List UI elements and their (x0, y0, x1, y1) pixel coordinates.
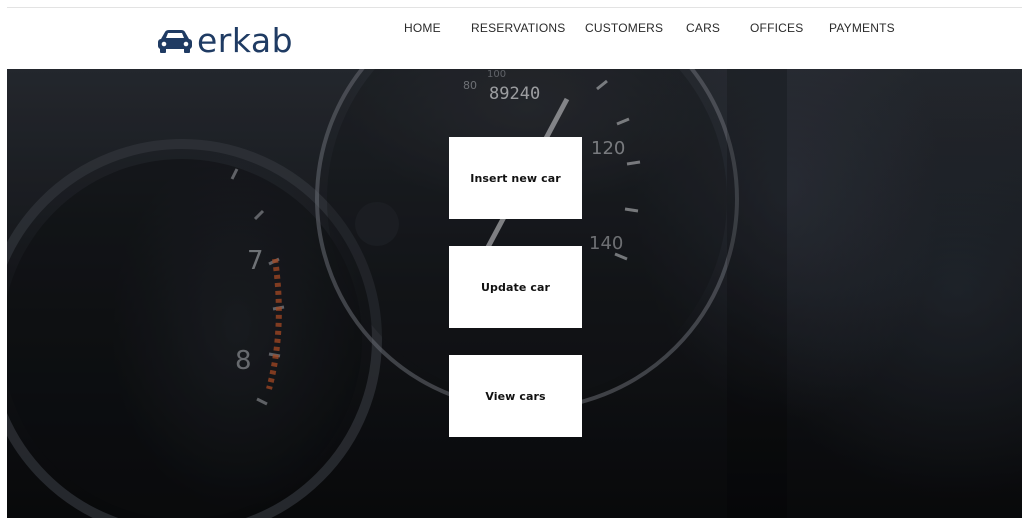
navbar: erkab HOME RESERVATIONS CUSTOMERS CARS O… (7, 8, 1022, 69)
nav-item-home[interactable]: HOME (404, 21, 441, 35)
brand-logo[interactable]: erkab (155, 24, 293, 57)
nav-item-cars[interactable]: CARS (686, 21, 720, 35)
nav-item-customers[interactable]: CUSTOMERS (585, 21, 663, 35)
insert-new-car-button[interactable]: Insert new car (449, 137, 582, 219)
update-car-button[interactable]: Update car (449, 246, 582, 328)
nav-item-payments[interactable]: PAYMENTS (829, 21, 895, 35)
nav-item-reservations[interactable]: RESERVATIONS (471, 21, 565, 35)
car-icon (158, 29, 192, 53)
nav-item-offices[interactable]: OFFICES (750, 21, 803, 35)
view-cars-button[interactable]: View cars (449, 355, 582, 437)
brand-name: erkab (197, 21, 294, 60)
